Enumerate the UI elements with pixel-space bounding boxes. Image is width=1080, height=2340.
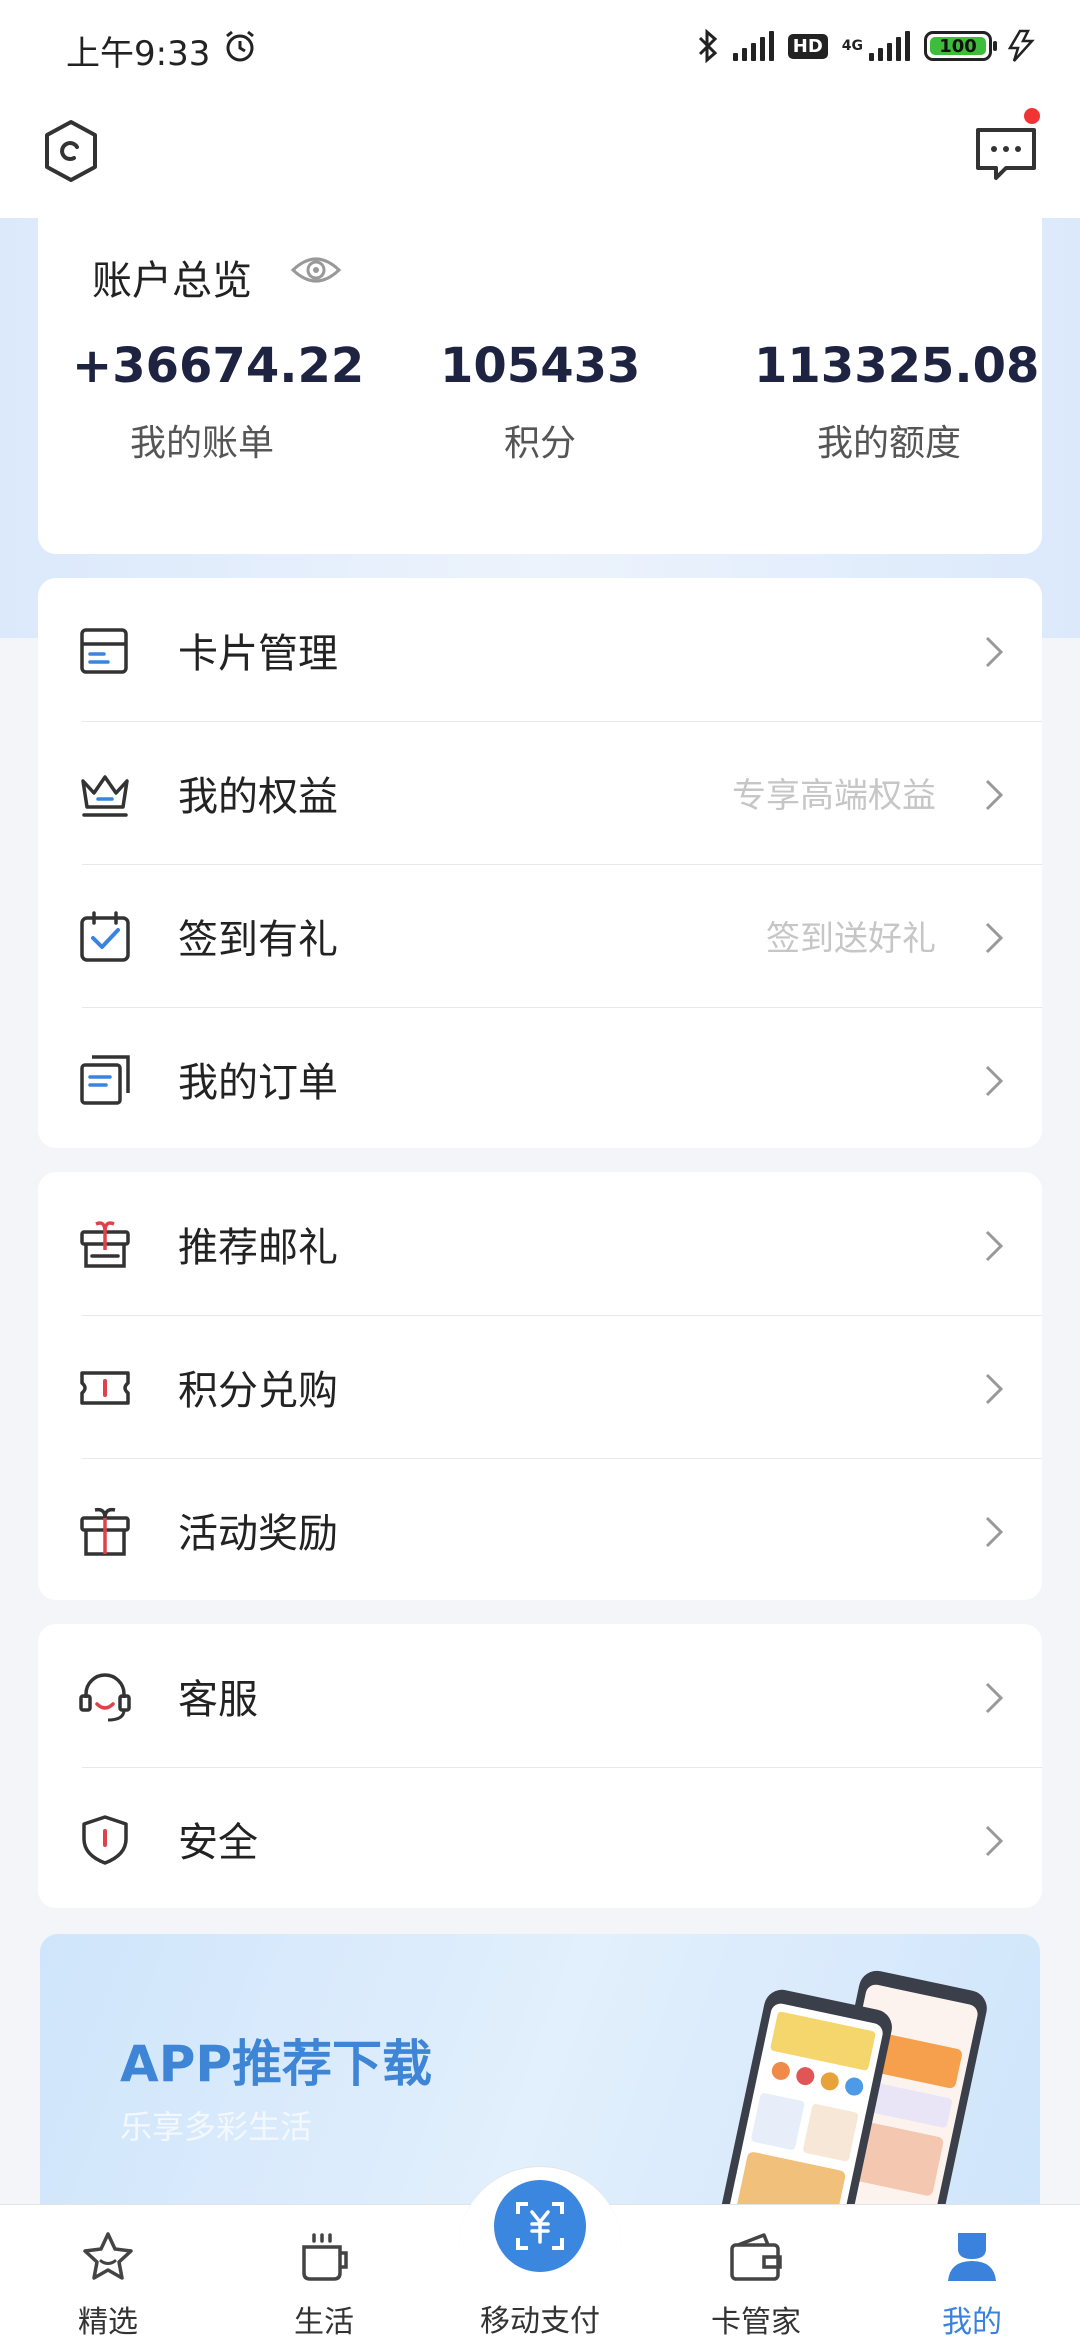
stat-points[interactable]: 105433 积分	[440, 338, 640, 466]
crown-icon	[81, 775, 129, 817]
tab-label: 移动支付	[480, 2304, 600, 2339]
status-bar: 上午9:33 HD 4G 100	[0, 0, 1080, 96]
menu-item-hint: 专享高端权益	[732, 776, 936, 816]
chevron-right-icon	[985, 1373, 1004, 1405]
chevron-right-icon	[985, 1516, 1004, 1548]
menu-item-label: 安全	[178, 1819, 258, 1866]
chevron-right-icon	[985, 1682, 1004, 1714]
stat-label: 积分	[503, 423, 576, 464]
app-root: 上午9:33 HD 4G 100 账户总览 +36674.22 我的账单 105…	[0, 0, 1080, 2340]
account-overview-card: 账户总览 +36674.22 我的账单 105433 积分 113325.08 …	[38, 218, 1042, 554]
tab-label: 生活	[294, 2305, 354, 2340]
battery-icon: 100	[924, 31, 997, 61]
calendar-check-icon	[80, 911, 130, 962]
chevron-right-icon	[985, 779, 1004, 811]
menu-item-security[interactable]: 安全	[38, 1767, 1042, 1908]
settings-gear-icon[interactable]	[36, 116, 106, 186]
menu-item-activity-rewards[interactable]: 活动奖励	[38, 1458, 1042, 1600]
network-type: 4G	[841, 38, 863, 54]
user-icon	[948, 2233, 996, 2281]
menu-item-hint: 签到送好礼	[766, 919, 936, 959]
battery-level: 100	[939, 35, 977, 57]
banner-title: APP推荐下载	[120, 2035, 432, 2093]
stat-bill[interactable]: +36674.22 我的账单	[72, 338, 365, 466]
tab-label: 精选	[78, 2305, 138, 2340]
chevron-right-icon	[985, 1230, 1004, 1262]
menu-item-points-exchange[interactable]: 积分兑购	[38, 1315, 1042, 1458]
bluetooth-icon	[698, 29, 717, 63]
tab-featured[interactable]: 精选	[28, 2205, 188, 2340]
star-icon	[83, 2232, 133, 2280]
orders-icon	[80, 1055, 130, 1105]
signal-icon-2	[869, 31, 910, 61]
status-icons: HD 4G 100	[697, 24, 1036, 68]
page-header	[0, 96, 1080, 218]
unread-badge	[1024, 108, 1040, 124]
signal-icon	[732, 31, 774, 61]
menu-item-check-in[interactable]: 签到有礼 签到送好礼	[38, 864, 1042, 1007]
menu-group-account: 卡片管理 我的权益 专享高端权益 签到有礼 签到送好礼 我的订单	[38, 578, 1042, 1148]
menu-item-card-management[interactable]: 卡片管理	[38, 578, 1042, 721]
menu-item-customer-service[interactable]: 客服	[38, 1624, 1042, 1767]
cup-icon	[302, 2233, 348, 2281]
overview-title: 账户总览	[92, 258, 252, 304]
referral-gift-icon	[80, 1221, 130, 1268]
charging-icon	[1007, 29, 1035, 62]
scan-pay-icon	[516, 2202, 564, 2250]
stat-credit-limit[interactable]: 113325.08 我的额度	[754, 338, 1040, 466]
overview-stats: +36674.22 我的账单 105433 积分 113325.08 我的额度	[38, 338, 1042, 478]
menu-item-label: 我的订单	[178, 1059, 338, 1106]
menu-group-support: 客服 安全	[38, 1624, 1042, 1908]
headset-icon	[79, 1673, 131, 1722]
stat-value: 105433	[440, 338, 641, 394]
menu-item-my-orders[interactable]: 我的订单	[38, 1007, 1042, 1148]
chevron-right-icon	[985, 922, 1004, 954]
tab-mobile-pay[interactable]	[494, 2180, 586, 2272]
menu-item-my-benefits[interactable]: 我的权益 专享高端权益	[38, 721, 1042, 864]
tab-label: 我的	[942, 2305, 1002, 2340]
alarm-clock-icon	[226, 30, 254, 62]
stat-label: 我的账单	[129, 423, 274, 464]
ticket-icon	[80, 1371, 130, 1405]
menu-item-label: 客服	[178, 1676, 258, 1723]
card-icon	[80, 628, 128, 674]
tab-card-manager[interactable]: 卡管家	[676, 2205, 836, 2340]
menu-item-label: 我的权益	[178, 773, 338, 820]
stat-value: +36674.22	[72, 338, 365, 394]
chevron-right-icon	[985, 636, 1004, 668]
chevron-right-icon	[985, 1825, 1004, 1857]
tab-life[interactable]: 生活	[244, 2205, 404, 2340]
gift-box-icon	[80, 1507, 130, 1556]
menu-group-rewards: 推荐邮礼 积分兑购 活动奖励	[38, 1172, 1042, 1600]
shield-icon	[82, 1815, 128, 1865]
phones-illustration	[715, 1970, 987, 2234]
chevron-right-icon	[985, 1065, 1004, 1097]
menu-item-label: 积分兑购	[178, 1367, 338, 1414]
menu-item-label: 卡片管理	[178, 630, 338, 677]
wallet-icon	[730, 2233, 782, 2281]
stat-value: 113325.08	[754, 338, 1040, 394]
stat-label: 我的额度	[816, 423, 961, 464]
tab-label: 卡管家	[711, 2305, 801, 2340]
menu-item-label: 推荐邮礼	[178, 1224, 338, 1271]
menu-item-label: 签到有礼	[178, 916, 338, 963]
menu-item-label: 活动奖励	[178, 1510, 338, 1557]
banner-subtitle: 乐享多彩生活	[120, 2108, 313, 2146]
tab-mine[interactable]: 我的	[892, 2205, 1052, 2340]
hd-badge: HD	[787, 33, 828, 59]
status-time: 上午9:33	[66, 34, 211, 74]
menu-item-referral-gift[interactable]: 推荐邮礼	[38, 1172, 1042, 1315]
eye-icon[interactable]	[290, 250, 342, 290]
